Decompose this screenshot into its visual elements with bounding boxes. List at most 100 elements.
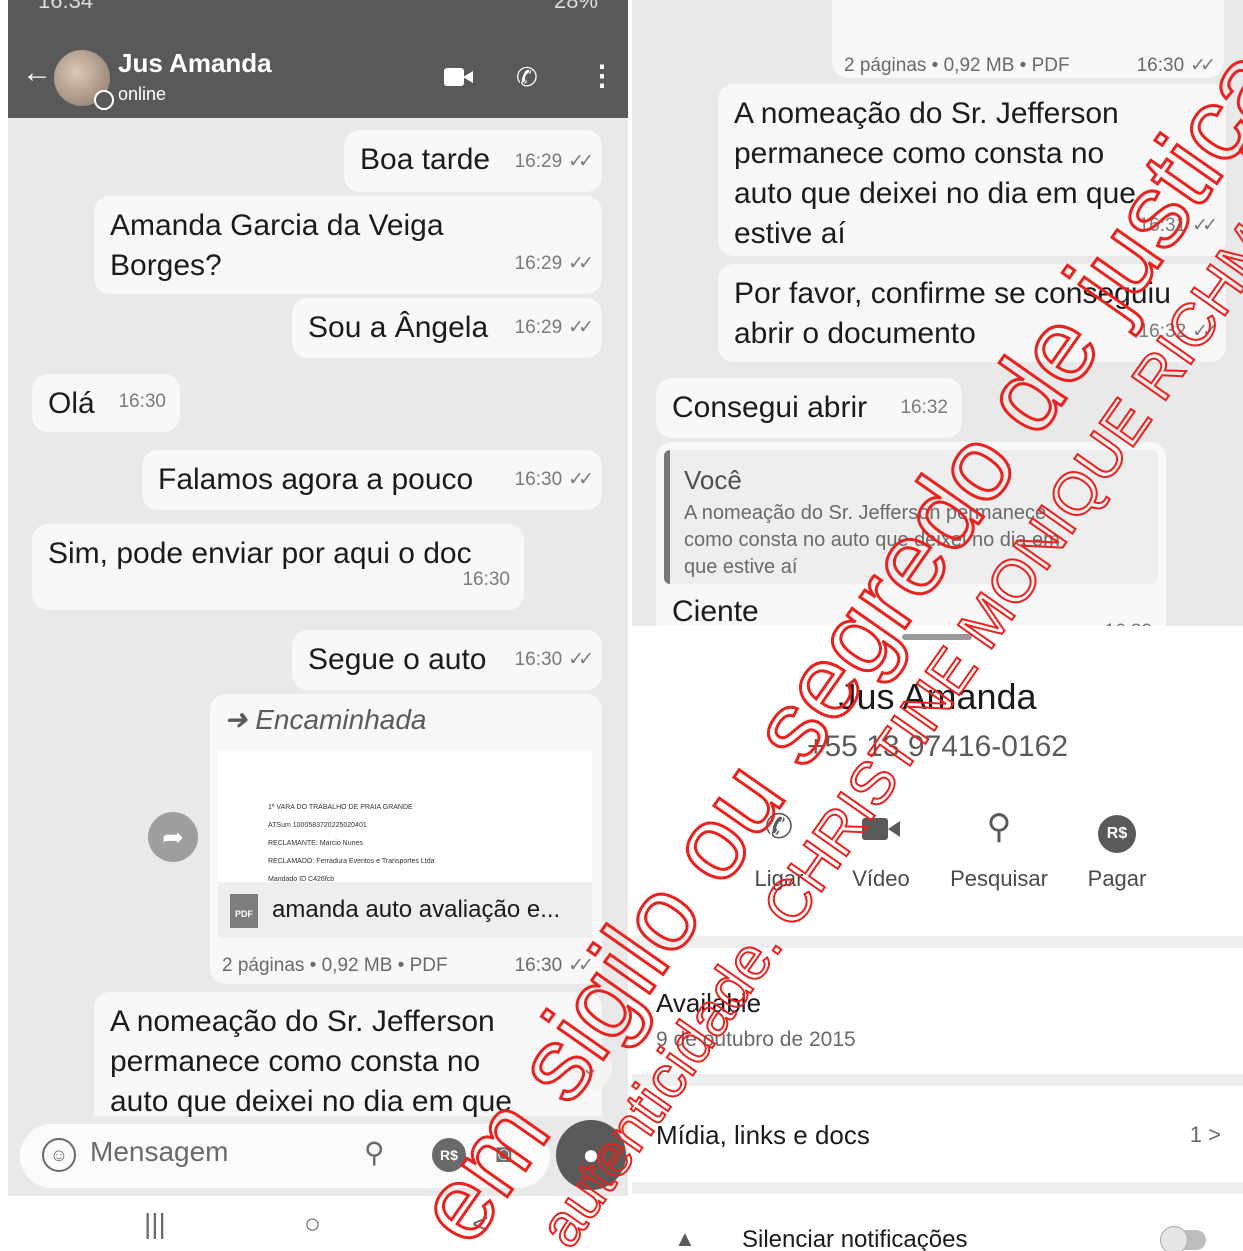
document-message[interactable]: 2 páginas • 0,92 MB • PDF 16:30 ✓✓	[832, 0, 1224, 78]
voice-call-icon[interactable]: ✆	[516, 62, 546, 92]
message-in[interactable]: Sim, pode enviar por aqui o doc 16:30	[32, 524, 524, 610]
quoted-author: Você	[684, 465, 742, 495]
message-time: 16:30	[462, 560, 510, 600]
search-icon: ⚲	[986, 808, 1012, 846]
android-nav-bar: ||| ○ <	[8, 1196, 628, 1251]
read-check-icon: ✓✓	[568, 469, 594, 490]
document-meta: 2 páginas • 0,92 MB • PDF	[222, 955, 448, 976]
time-label: 16:29	[514, 317, 563, 338]
message-time: 16:29 ✓✓	[514, 142, 594, 182]
action-label: Vídeo	[852, 866, 910, 891]
message-out[interactable]: A nomeação do Sr. Jefferson permanece co…	[718, 84, 1226, 256]
status-ring-icon	[94, 90, 114, 110]
chat-header: ← Jus Amanda online ✆ ⋮	[8, 14, 628, 118]
call-action[interactable]: ✆ Ligar	[724, 804, 834, 892]
document-name: amanda auto avaliação e...	[272, 896, 561, 923]
status-bar: 16:34 28%	[8, 0, 628, 14]
message-out[interactable]: Boa tarde 16:29 ✓✓	[344, 130, 602, 192]
video-action[interactable]: Vídeo	[826, 804, 936, 892]
quoted-text: A nomeação do Sr. Jefferson permanece co…	[684, 502, 1060, 578]
divider	[632, 936, 1243, 948]
quoted-message[interactable]: Você A nomeação do Sr. Jefferson permane…	[664, 450, 1158, 584]
time-label: 16:29	[514, 151, 563, 172]
message-text: Sim, pode enviar por aqui o doc	[48, 537, 472, 570]
phone-icon: ✆	[764, 808, 794, 846]
time-label: 16:30	[1136, 55, 1185, 76]
message-text: Por favor, confirme se conseguiu abrir o…	[734, 277, 1171, 350]
action-label: Pagar	[1087, 866, 1147, 891]
avatar[interactable]	[54, 50, 114, 110]
reply-message[interactable]: Você A nomeação do Sr. Jefferson permane…	[656, 442, 1166, 642]
message-time: 16:30 ✓✓	[515, 460, 594, 500]
media-count[interactable]: 1 >	[1190, 1122, 1221, 1148]
message-in[interactable]: Consegui abrir 16:32	[656, 378, 962, 438]
message-text: Segue o auto	[308, 643, 487, 676]
mute-notifications-label: Silenciar notificações	[742, 1226, 968, 1251]
forward-arrow-icon: ➜	[224, 704, 256, 735]
read-check-icon: ✓✓	[568, 649, 594, 670]
contact-name[interactable]: Jus Amanda	[118, 48, 272, 79]
time-label: 16:30	[118, 391, 166, 412]
search-action[interactable]: ⚲ Pesquisar	[944, 804, 1054, 892]
time-label: 16:32	[900, 397, 948, 418]
back-nav-icon[interactable]: <	[472, 1208, 488, 1240]
message-composer[interactable]: ☺ Mensagem ⚲ R$ ◙	[20, 1124, 550, 1188]
payment-glyph: R$	[1098, 815, 1136, 853]
document-preview[interactable]: 1ª VARA DO TRABALHO DE PRAIA GRANDE ATSu…	[218, 750, 592, 884]
attach-icon[interactable]: ⚲	[364, 1136, 385, 1169]
message-time: 16:32 ✓✓	[1139, 312, 1218, 352]
message-text: A nomeação do Sr. Jefferson permanece co…	[734, 97, 1136, 250]
home-nav-icon[interactable]: ○	[304, 1208, 321, 1240]
camera-icon[interactable]: ◙	[496, 1138, 512, 1169]
read-check-icon: ✓✓	[568, 151, 594, 172]
document-name-row[interactable]: PDF amanda auto avaliação e...	[218, 882, 592, 938]
time-label: 16:29	[514, 253, 563, 274]
more-options-icon[interactable]: ⋮	[588, 62, 616, 92]
battery-level: 28%	[553, 0, 598, 13]
scroll-down-icon[interactable]: ⌄	[568, 1046, 612, 1090]
message-text: Falamos agora a pouco	[158, 463, 474, 496]
read-check-icon: ✓✓	[1192, 215, 1218, 236]
message-time: 16:30	[118, 382, 166, 422]
bell-icon: ▲	[674, 1226, 696, 1251]
message-text: Boa tarde	[360, 143, 491, 176]
message-in[interactable]: Olá 16:30	[32, 374, 180, 432]
emoji-icon[interactable]: ☺	[42, 1138, 76, 1172]
payment-icon[interactable]: R$	[432, 1138, 466, 1172]
message-input[interactable]: Mensagem	[90, 1136, 229, 1168]
back-arrow-icon[interactable]: ←	[22, 58, 52, 88]
pay-action[interactable]: R$ Pagar	[1062, 804, 1172, 892]
mute-toggle[interactable]	[1160, 1226, 1206, 1251]
forward-share-icon[interactable]: ➦	[148, 812, 198, 862]
message-out[interactable]: Falamos agora a pouco 16:30 ✓✓	[142, 450, 602, 510]
message-text: A nomeação do Sr. Jefferson permanece co…	[110, 1005, 512, 1118]
message-out[interactable]: Amanda Garcia da Veiga Borges? 16:29 ✓✓	[94, 196, 602, 294]
message-out[interactable]: Segue o auto 16:30 ✓✓	[292, 630, 602, 690]
media-links-docs[interactable]: Mídia, links e docs	[656, 1120, 870, 1151]
message-time: 16:29 ✓✓	[514, 308, 594, 348]
message-time: 16:30 ✓✓	[514, 640, 594, 680]
status-time: 16:34	[38, 0, 94, 13]
mic-icon[interactable]: ●	[556, 1120, 626, 1190]
sheet-handle[interactable]	[902, 634, 972, 640]
action-label: Ligar	[754, 866, 804, 891]
contact-info-screen: 2 páginas • 0,92 MB • PDF 16:30 ✓✓ A nome…	[632, 0, 1243, 1251]
video-call-icon[interactable]	[444, 62, 474, 92]
video-icon	[826, 804, 936, 850]
document-meta: 2 páginas • 0,92 MB • PDF	[844, 55, 1070, 76]
time-label: 16:30	[462, 569, 510, 590]
message-text: Consegui abrir	[672, 391, 868, 424]
contact-sheet: Jus Amanda +55 13 97416-0162 ✆ Ligar Víd…	[632, 626, 1243, 1251]
message-out[interactable]: Por favor, confirme se conseguiu abrir o…	[718, 264, 1226, 362]
document-message[interactable]: ➜ Encaminhada 1ª VARA DO TRABALHO DE PRA…	[210, 694, 602, 984]
message-text: Sou a Ângela	[308, 311, 489, 344]
contact-status: online	[118, 84, 167, 104]
time-label: 16:30	[514, 955, 563, 976]
message-time: 16:30 ✓✓	[1136, 46, 1216, 86]
divider	[632, 1182, 1243, 1194]
message-out[interactable]: A nomeação do Sr. Jefferson permanece co…	[94, 992, 602, 1118]
read-check-icon: ✓✓	[568, 955, 594, 976]
recents-nav-icon[interactable]: |||	[144, 1208, 166, 1240]
time-label: 16:30	[514, 649, 563, 670]
message-out[interactable]: Sou a Ângela 16:29 ✓✓	[292, 298, 602, 358]
